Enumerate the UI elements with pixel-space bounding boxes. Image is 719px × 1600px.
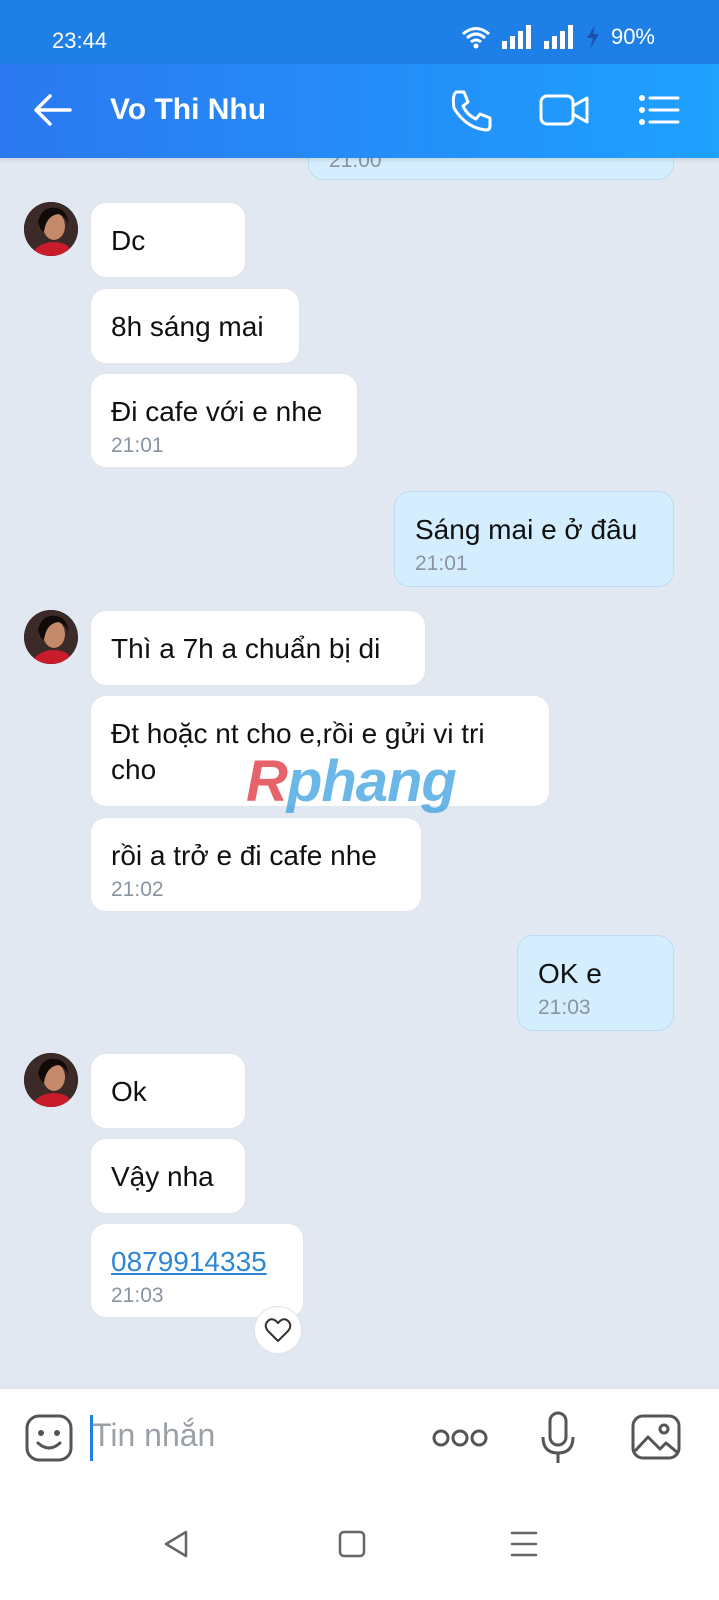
more-options-button[interactable] (432, 1423, 488, 1453)
message-bubble-own[interactable]: 21:00 (308, 158, 674, 180)
voice-message-button[interactable] (540, 1411, 576, 1467)
contact-photo-icon (24, 1053, 78, 1107)
video-camera-icon (539, 94, 589, 126)
message-bubble-incoming[interactable]: 0879914335 21:03 (90, 1223, 304, 1318)
status-bar: 23:44 90% (0, 0, 719, 64)
sticker-button[interactable] (24, 1413, 74, 1463)
back-button[interactable] (30, 88, 74, 132)
message-text: rồi a trở e đi cafe nhe (111, 840, 377, 871)
message-input[interactable]: Tin nhắn (92, 1417, 215, 1454)
phone-number-link[interactable]: 0879914335 (111, 1246, 267, 1277)
image-icon (631, 1414, 681, 1460)
phone-icon (451, 90, 492, 132)
avatar[interactable] (24, 1053, 78, 1107)
contact-name[interactable]: Vo Thi Nhu (110, 93, 266, 127)
send-image-button[interactable] (630, 1413, 682, 1461)
message-text: Vậy nha (111, 1161, 214, 1192)
nav-home-button[interactable] (332, 1524, 372, 1564)
voice-call-button[interactable] (446, 86, 498, 134)
message-bubble-incoming[interactable]: Vậy nha (90, 1138, 246, 1214)
message-bubble-own[interactable]: Sáng mai e ở đâu 21:01 (394, 491, 674, 587)
message-bubble-incoming[interactable]: Ok (90, 1053, 246, 1129)
message-bubble-incoming[interactable]: Thì a 7h a chuẩn bị di (90, 610, 426, 686)
message-bubble-incoming[interactable]: 8h sáng mai (90, 288, 300, 364)
message-text: Ok (111, 1076, 147, 1107)
menu-lines-icon (510, 1531, 538, 1557)
microphone-icon (541, 1411, 575, 1463)
video-call-button[interactable] (538, 86, 590, 134)
more-dots-icon (432, 1429, 488, 1447)
message-text: 8h sáng mai (111, 311, 264, 342)
message-text: Đi cafe với e nhe (111, 396, 323, 427)
message-text: Sáng mai e ở đâu (415, 514, 638, 545)
message-text: OK e (538, 958, 602, 989)
message-text: Dc (111, 225, 146, 256)
triangle-back-icon (164, 1530, 188, 1558)
avatar[interactable] (24, 202, 78, 256)
react-button[interactable] (254, 1306, 302, 1354)
signal-icon (501, 25, 531, 49)
wifi-icon (461, 27, 490, 49)
message-text: Đt hoặc nt cho e,rồi e gửi vi tri cho (111, 718, 485, 785)
message-bubble-incoming[interactable]: Đi cafe với e nhe 21:01 (90, 373, 358, 468)
message-bubble-own[interactable]: OK e 21:03 (517, 935, 674, 1031)
heart-icon (264, 1318, 292, 1342)
nav-recents-button[interactable] (504, 1524, 544, 1564)
square-home-icon (338, 1530, 366, 1558)
avatar[interactable] (24, 610, 78, 664)
message-time: 21:03 (111, 1284, 164, 1307)
arrow-left-icon (34, 94, 72, 126)
message-time: 21:00 (329, 158, 382, 172)
message-bubble-incoming[interactable]: Đt hoặc nt cho e,rồi e gửi vi tri cho (90, 695, 550, 807)
smiley-icon (25, 1414, 73, 1462)
system-nav-bar (0, 1488, 719, 1600)
message-time: 21:01 (415, 552, 468, 575)
charging-icon (586, 25, 599, 49)
signal-icon-2 (543, 25, 573, 49)
contact-photo-icon (24, 202, 78, 256)
message-bubble-incoming[interactable]: rồi a trở e đi cafe nhe 21:02 (90, 817, 422, 912)
battery-percent: 90% (610, 24, 655, 49)
contact-photo-icon (24, 610, 78, 664)
message-time: 21:02 (111, 878, 164, 901)
list-menu-icon (639, 95, 680, 125)
options-menu-button[interactable] (632, 86, 684, 134)
message-list[interactable]: 21:00 Dc 8h sáng mai Đi cafe với e nhe 2… (0, 158, 719, 1388)
status-time: 23:44 (52, 28, 108, 53)
nav-back-button[interactable] (158, 1524, 198, 1564)
status-icons: 90% (461, 24, 655, 50)
message-time: 21:03 (538, 996, 591, 1019)
message-time: 21:01 (111, 434, 164, 457)
message-text: Thì a 7h a chuẩn bị di (111, 633, 381, 664)
message-composer: Tin nhắn (0, 1388, 719, 1488)
message-bubble-incoming[interactable]: Dc (90, 202, 246, 278)
chat-header: Vo Thi Nhu (0, 64, 719, 158)
